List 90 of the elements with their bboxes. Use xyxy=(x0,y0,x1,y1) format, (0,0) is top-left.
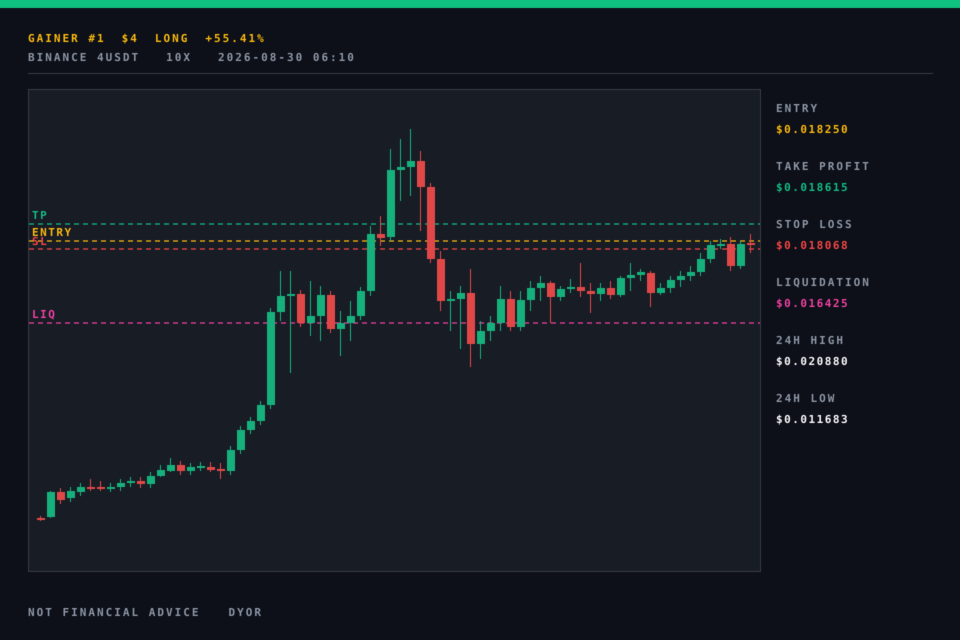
candle xyxy=(507,290,515,332)
candle xyxy=(77,482,85,496)
price-level-label: LIQ xyxy=(32,308,56,321)
candle xyxy=(57,488,65,504)
candle xyxy=(727,236,735,272)
candle xyxy=(677,270,685,288)
candle xyxy=(317,286,325,342)
stat-label: STOP LOSS xyxy=(776,218,855,231)
price-level-label: SL xyxy=(32,235,48,248)
candle xyxy=(67,486,75,502)
candle xyxy=(607,280,615,300)
candle xyxy=(407,128,415,196)
candle xyxy=(447,290,455,332)
candle xyxy=(567,278,575,294)
stat-label: TAKE PROFIT xyxy=(776,160,871,173)
candle xyxy=(737,240,745,270)
candle xyxy=(437,250,445,312)
candle xyxy=(457,286,465,350)
candle xyxy=(37,516,45,522)
candle xyxy=(497,286,505,332)
signal-meta: BINANCE 4USDT xyxy=(28,51,140,64)
candle xyxy=(247,416,255,434)
candle xyxy=(117,478,125,492)
candle xyxy=(257,400,265,426)
candle xyxy=(687,266,695,282)
candle xyxy=(167,458,175,472)
signal-title: GAINER #1 xyxy=(28,32,106,45)
candle xyxy=(747,234,755,254)
candle xyxy=(617,276,625,298)
stat-value: $0.018615 xyxy=(776,181,850,194)
candle xyxy=(207,462,215,472)
candle xyxy=(477,320,485,360)
candle xyxy=(177,460,185,476)
candle xyxy=(587,282,595,314)
candle xyxy=(147,472,155,488)
candle xyxy=(197,462,205,472)
signal-meta: 10X xyxy=(166,51,192,64)
signal-meta: 2026-08-30 06:10 xyxy=(218,51,356,64)
candle xyxy=(637,268,645,282)
candle xyxy=(517,290,525,332)
candle xyxy=(717,238,725,250)
stat-label: 24H LOW xyxy=(776,392,838,405)
candle xyxy=(577,262,585,298)
stat-value: $0.016425 xyxy=(776,297,850,310)
candle xyxy=(347,300,355,342)
candle xyxy=(337,310,345,356)
stat-value: $0.011683 xyxy=(776,413,850,426)
candle xyxy=(547,280,555,324)
candle xyxy=(137,476,145,488)
candle xyxy=(487,316,495,342)
stat-label: ENTRY xyxy=(776,102,820,115)
candle xyxy=(277,270,285,322)
candle xyxy=(187,462,195,476)
stat-value: $0.018068 xyxy=(776,239,850,252)
candle xyxy=(227,446,235,476)
candle xyxy=(657,282,665,296)
candle xyxy=(327,290,335,334)
stat-label: 24H HIGH xyxy=(776,334,846,347)
candle xyxy=(307,280,315,336)
candle xyxy=(97,480,105,492)
candle xyxy=(667,276,675,294)
candle xyxy=(217,462,225,480)
candle xyxy=(107,482,115,492)
signal-title: +55.41% xyxy=(205,32,266,45)
candle xyxy=(87,478,95,492)
candle xyxy=(47,490,55,518)
candle xyxy=(367,226,375,296)
signal-title: $4 xyxy=(122,32,139,45)
candle xyxy=(127,476,135,488)
stat-value: $0.020880 xyxy=(776,355,850,368)
signal-title: LONG xyxy=(154,32,190,45)
candle xyxy=(557,286,565,302)
candle xyxy=(627,262,635,292)
candle xyxy=(297,290,305,328)
candle xyxy=(537,276,545,302)
stat-label: LIQUIDATION xyxy=(776,276,871,289)
disclaimer-text: NOT FINANCIAL ADVICE xyxy=(28,606,200,619)
candle xyxy=(357,286,365,320)
candle xyxy=(527,280,535,312)
stat-value: $0.018250 xyxy=(776,123,850,136)
candle xyxy=(697,252,705,276)
candle xyxy=(597,282,605,302)
candle xyxy=(157,464,165,478)
price-level-label: TP xyxy=(32,209,48,222)
candle xyxy=(237,426,245,454)
candle xyxy=(377,216,385,246)
candle xyxy=(647,270,655,308)
candle xyxy=(707,240,715,264)
disclaimer-text: DYOR xyxy=(228,606,263,619)
candle xyxy=(397,138,405,202)
